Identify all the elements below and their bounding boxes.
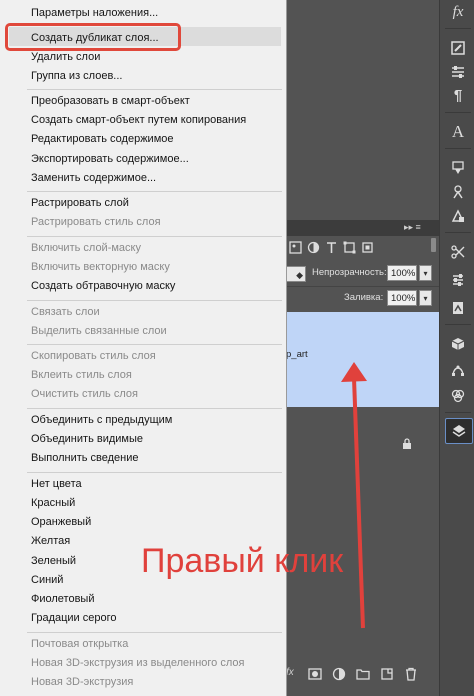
menu-item-group-from-layers[interactable]: Группа из слоев... (31, 70, 122, 82)
toolbar-divider (445, 232, 471, 233)
menu-item-paste-layer-style: Вклеить стиль слоя (31, 369, 132, 381)
menu-separator (27, 632, 282, 633)
paragraph-icon[interactable]: ¶ (445, 84, 471, 108)
new-adjustment-layer-icon[interactable] (332, 667, 346, 681)
fill-dropdown-arrow[interactable]: ▾ (419, 290, 432, 306)
clone-source-icon[interactable] (445, 180, 471, 204)
menu-item-yellow[interactable]: Желтая (31, 535, 70, 547)
menu-item-merge-down[interactable]: Объединить с предыдущим (31, 414, 172, 426)
3d-icon[interactable] (445, 332, 471, 356)
opacity-input[interactable]: 100% (387, 265, 417, 281)
fill-row: Заливка: 100% ▾ (284, 286, 439, 311)
panel-collapse-button[interactable]: ▸▸ ≡ (404, 222, 421, 233)
selected-layer-row[interactable]: p_art (284, 312, 439, 407)
sliders-icon[interactable] (445, 60, 471, 84)
menu-item-flatten-image[interactable]: Выполнить сведение (31, 452, 139, 464)
menu-item-3d-extrusion-from-selected: Новая 3D-экструзия из выделенного слоя (31, 657, 245, 669)
toolbar-divider (445, 412, 471, 413)
layer-filter-icons (284, 238, 429, 260)
swatches-icon[interactable] (445, 268, 471, 292)
fill-input[interactable]: 100% (387, 290, 417, 306)
layer-comps-icon[interactable] (445, 156, 471, 180)
highlight-box (5, 23, 181, 51)
menu-item-replace-contents[interactable]: Заменить содержимое... (31, 172, 156, 184)
filter-adjustment-icon[interactable] (307, 241, 320, 254)
brush-settings-icon[interactable] (445, 36, 471, 60)
menu-item-select-linked-layers: Выделить связанные слои (31, 325, 167, 337)
character-icon[interactable]: A (445, 120, 471, 144)
filter-type-icon[interactable] (325, 241, 338, 254)
fill-label: Заливка: (344, 292, 384, 303)
layers-panel-footer: fx (284, 661, 439, 696)
menu-item-link-layers: Связать слои (31, 306, 100, 318)
menu-item-copy-layer-style: Скопировать стиль слоя (31, 350, 156, 362)
histogram-icon[interactable] (445, 296, 471, 320)
toolbar-divider (445, 148, 471, 149)
character-glyph: A (451, 122, 465, 141)
panel-scrollbar[interactable] (431, 238, 436, 252)
menu-item-clear-layer-style: Очистить стиль слоя (31, 388, 138, 400)
panel-tab-bar: ▸▸ ≡ (284, 220, 439, 236)
filter-shape-icon[interactable] (343, 241, 356, 254)
menu-item-no-color[interactable]: Нет цвета (31, 478, 82, 490)
menu-separator (27, 89, 282, 90)
opacity-label: Непрозрачность: (312, 267, 387, 278)
menu-item-convert-smart-object[interactable]: Преобразовать в смарт-объект (31, 95, 190, 107)
menu-item-export-contents[interactable]: Экспортировать содержимое... (31, 153, 189, 165)
delete-layer-icon[interactable] (404, 667, 418, 681)
menu-item-postcard: Почтовая открытка (31, 638, 129, 650)
menu-separator (27, 344, 282, 345)
menu-item-edit-contents[interactable]: Редактировать содержимое (31, 133, 174, 145)
menu-separator (27, 300, 282, 301)
channels-icon[interactable] (445, 384, 471, 408)
fx-icon[interactable]: fx (445, 0, 471, 24)
menu-item-grayscale[interactable]: Градации серого (31, 612, 117, 624)
fx-glyph: fx (452, 4, 464, 20)
menu-separator (27, 191, 282, 192)
menu-item-enable-vector-mask: Включить векторную маску (31, 261, 170, 273)
add-mask-icon[interactable] (308, 667, 322, 681)
menu-item-rasterize-layer[interactable]: Растрировать слой (31, 197, 129, 209)
menu-item-green[interactable]: Зеленый (31, 555, 76, 567)
layer-name[interactable]: p_art (286, 349, 308, 360)
menu-separator (27, 408, 282, 409)
opacity-dropdown-arrow[interactable]: ▾ (419, 265, 432, 281)
menu-item-orange[interactable]: Оранжевый (31, 516, 91, 528)
add-layer-style-icon[interactable]: fx (286, 667, 300, 681)
menu-item-red[interactable]: Красный (31, 497, 75, 509)
menu-item-create-clipping-mask[interactable]: Создать обтравочную маску (31, 280, 175, 292)
menu-separator (27, 236, 282, 237)
paragraph-glyph: ¶ (453, 87, 463, 104)
tool-presets-icon[interactable] (445, 204, 471, 228)
layers-icon[interactable] (445, 418, 473, 444)
layers-panel: ▸▸ ≡ ◆ Непрозрачность: 100% ▾ Заливка: 1… (284, 220, 439, 696)
menu-item-rasterize-layer-style: Растрировать стиль слоя (31, 216, 161, 228)
toolbar-divider (445, 28, 471, 29)
menu-item-blending-options[interactable]: Параметры наложения... (31, 7, 158, 19)
layer-context-menu: Параметры наложения... Создать дубликат … (0, 0, 287, 696)
new-layer-icon[interactable] (380, 667, 394, 681)
filter-smart-object-icon[interactable] (361, 241, 374, 254)
menu-item-delete-layers[interactable]: Удалить слои (31, 51, 100, 63)
blend-opacity-row: ◆ Непрозрачность: 100% ▾ (284, 262, 439, 286)
paths-icon[interactable] (445, 358, 471, 382)
menu-item-enable-layer-mask: Включить слой-маску (31, 242, 141, 254)
annotation-caption: Правый клик (141, 542, 344, 580)
menu-item-violet[interactable]: Фиолетовый (31, 593, 94, 605)
menu-item-blue[interactable]: Синий (31, 574, 63, 586)
toolbar-divider (445, 112, 471, 113)
menu-item-3d-extrusion: Новая 3D-экструзия (31, 676, 134, 688)
panel-dock-toolbar: fx ¶ A (439, 0, 474, 696)
menu-item-merge-visible[interactable]: Объединить видимые (31, 433, 143, 445)
lock-icon (403, 438, 411, 449)
toolbar-divider (445, 324, 471, 325)
background-layer-row[interactable] (284, 408, 439, 488)
menu-separator (27, 472, 282, 473)
menu-item-new-smart-object-via-copy[interactable]: Создать смарт-объект путем копирования (31, 114, 246, 126)
new-group-icon[interactable] (356, 667, 370, 681)
blend-mode-dropdown[interactable]: ◆ (286, 266, 306, 282)
filter-pixel-icon[interactable] (289, 241, 302, 254)
adjustments-icon[interactable] (445, 240, 471, 264)
